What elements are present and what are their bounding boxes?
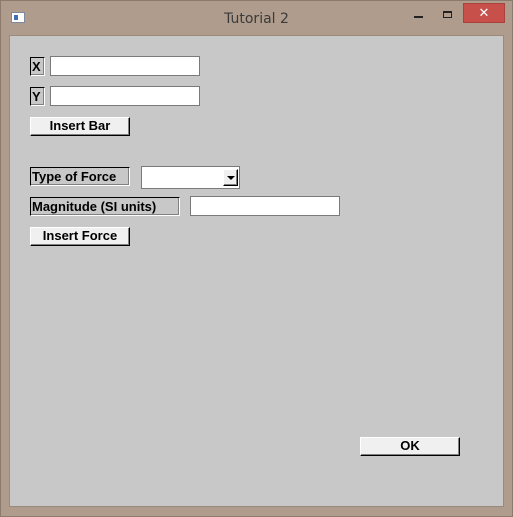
close-icon: ✕ xyxy=(478,5,490,21)
x-label: X xyxy=(30,57,45,76)
dialog-window: Tutorial 2 ✕ X Y Insert Bar Type of Forc… xyxy=(0,0,513,517)
y-label: Y xyxy=(30,87,45,106)
title-bar[interactable]: Tutorial 2 ✕ xyxy=(1,1,512,35)
magnitude-input[interactable] xyxy=(190,196,340,216)
dialog-client-area: X Y Insert Bar Type of Force Magnitude (… xyxy=(9,35,504,507)
maximize-button[interactable] xyxy=(434,3,461,25)
type-of-force-dropdown[interactable] xyxy=(141,166,240,189)
chevron-down-icon xyxy=(226,175,235,180)
maximize-icon xyxy=(443,10,452,18)
magnitude-label: Magnitude (SI units) xyxy=(30,197,180,216)
type-of-force-label: Type of Force xyxy=(30,167,130,186)
minimize-icon xyxy=(414,16,423,18)
close-button[interactable]: ✕ xyxy=(463,3,505,23)
insert-force-button[interactable]: Insert Force xyxy=(30,227,130,246)
insert-bar-button[interactable]: Insert Bar xyxy=(30,117,130,136)
y-input[interactable] xyxy=(50,86,200,106)
ok-button[interactable]: OK xyxy=(360,437,460,456)
dropdown-arrow-button[interactable] xyxy=(223,169,238,186)
minimize-button[interactable] xyxy=(405,3,432,25)
x-input[interactable] xyxy=(50,56,200,76)
